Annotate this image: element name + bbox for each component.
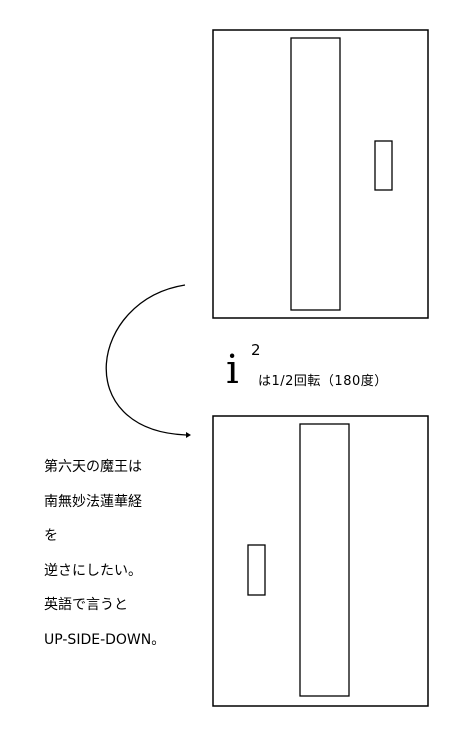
rotation-arrowhead (186, 432, 191, 438)
text-line: を (44, 528, 58, 544)
rotation-arrow (105, 284, 191, 438)
rotation-arc (105, 284, 187, 436)
text-line: 第六天の魔王は (44, 459, 142, 475)
upright-tall-bar (290, 37, 341, 311)
rotated-panel (212, 415, 429, 707)
text-line: 逆さにしたい。 (44, 562, 142, 579)
upright-panel (212, 29, 429, 319)
text-line: 南無妙法蓮華経 (44, 493, 142, 510)
text-line: 英語で言うと (44, 597, 128, 613)
rotated-tall-bar (299, 423, 350, 697)
upright-small-block (374, 140, 393, 191)
text-line: UP-SIDE-DOWN。 (44, 631, 166, 648)
exponent-two: 2 (251, 341, 261, 359)
imaginary-unit: i (226, 347, 239, 393)
rotation-caption: は1/2回転（180度） (258, 374, 388, 389)
rotated-small-block (247, 544, 266, 596)
explanation-text: 第六天の魔王は 南無妙法蓮華経 を 逆さにしたい。 英語で言うと UP-SIDE… (44, 456, 165, 663)
